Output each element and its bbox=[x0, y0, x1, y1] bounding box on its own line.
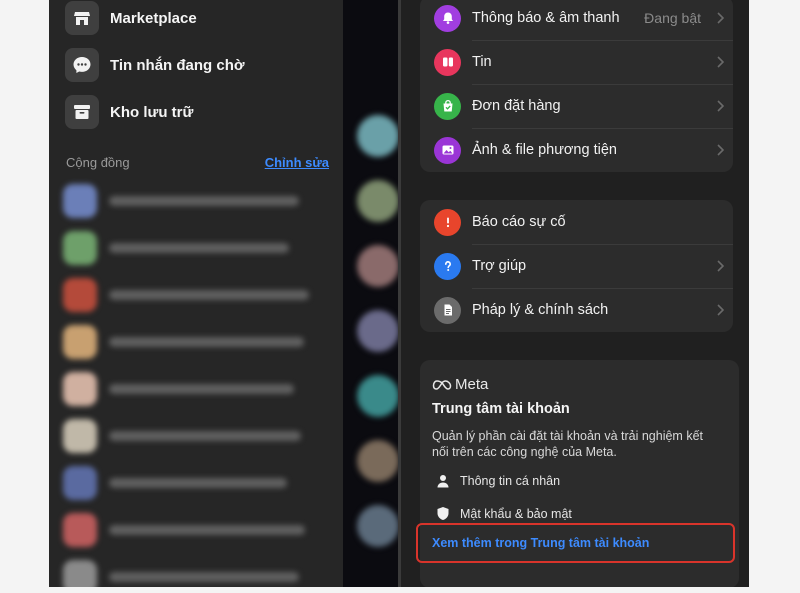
settings-row-label: Trợ giúp bbox=[472, 258, 527, 274]
edit-community-link[interactable]: Chỉnh sửa bbox=[265, 155, 329, 170]
chevron-right-icon bbox=[707, 260, 733, 272]
shield-icon bbox=[437, 507, 449, 520]
community-list-item[interactable] bbox=[63, 228, 333, 268]
settings-row-legal[interactable]: Pháp lý & chính sách bbox=[420, 288, 733, 332]
menu-item-archive[interactable]: Kho lưu trữ bbox=[65, 95, 193, 129]
accounts-center-card: Meta Trung tâm tài khoản Quản lý phần cà… bbox=[416, 360, 739, 587]
settings-row-stories[interactable]: Tin bbox=[420, 40, 733, 84]
meta-infinity-icon bbox=[432, 379, 452, 390]
accounts-center-description: Quản lý phần cài đặt tài khoản và trải n… bbox=[432, 429, 703, 459]
warning-icon bbox=[434, 208, 461, 236]
password-security-label: Mật khẩu & bảo mật bbox=[460, 506, 572, 521]
community-list-item[interactable] bbox=[63, 463, 333, 503]
community-list-item[interactable] bbox=[63, 322, 333, 362]
settings-row-report-problem[interactable]: Báo cáo sự cố bbox=[420, 200, 733, 244]
settings-row-label: Pháp lý & chính sách bbox=[472, 302, 609, 318]
chat-bubble-icon bbox=[65, 48, 99, 82]
settings-group-support: Báo cáo sự cố Trợ giúp Pháp lý & chính s… bbox=[420, 200, 733, 332]
chevron-right-icon bbox=[707, 12, 733, 24]
menu-item-label: Tin nhắn đang chờ bbox=[110, 56, 245, 74]
community-list-item[interactable] bbox=[63, 510, 333, 550]
settings-row-label: Đơn đặt hàng bbox=[472, 98, 561, 114]
settings-panel: Thông báo & âm thanh Đang bật Tin Đơn đặ… bbox=[398, 0, 749, 587]
accounts-center-title: Trung tâm tài khoản bbox=[432, 401, 570, 417]
community-list-item[interactable] bbox=[63, 275, 333, 315]
settings-row-notifications[interactable]: Thông báo & âm thanh Đang bật bbox=[420, 0, 733, 40]
left-sidebar-panel: Marketplace Tin nhắn đang chờ Kho lưu tr… bbox=[49, 0, 343, 587]
help-icon bbox=[434, 252, 461, 280]
meta-brand-name: Meta bbox=[455, 376, 489, 393]
settings-row-orders[interactable]: Đơn đặt hàng bbox=[420, 84, 733, 128]
document-icon bbox=[434, 296, 461, 324]
community-list-item[interactable] bbox=[63, 181, 333, 221]
notification-status: Đang bật bbox=[644, 10, 701, 26]
background-chat-strip bbox=[343, 0, 398, 587]
meta-logo: Meta bbox=[432, 376, 488, 393]
settings-row-label: Ảnh & file phương tiện bbox=[472, 142, 617, 158]
stories-icon bbox=[434, 48, 461, 76]
personal-info-item[interactable]: Thông tin cá nhân bbox=[436, 474, 560, 488]
see-more-accounts-center-link[interactable]: Xem thêm trong Trung tâm tài khoản bbox=[432, 536, 649, 550]
settings-row-label: Báo cáo sự cố bbox=[472, 214, 566, 230]
chevron-right-icon bbox=[707, 144, 733, 156]
personal-info-label: Thông tin cá nhân bbox=[460, 474, 561, 488]
person-icon bbox=[437, 475, 449, 488]
settings-row-label: Thông báo & âm thanh bbox=[472, 10, 620, 26]
archive-box-icon bbox=[65, 95, 99, 129]
settings-row-media[interactable]: Ảnh & file phương tiện bbox=[420, 128, 733, 172]
community-section-title: Cộng đồng bbox=[66, 155, 130, 170]
photo-icon bbox=[434, 136, 461, 164]
settings-row-help[interactable]: Trợ giúp bbox=[420, 244, 733, 288]
chevron-right-icon bbox=[707, 100, 733, 112]
password-security-item[interactable]: Mật khẩu & bảo mật bbox=[436, 506, 572, 521]
menu-item-label: Marketplace bbox=[110, 9, 197, 27]
settings-group-preferences: Thông báo & âm thanh Đang bật Tin Đơn đặ… bbox=[420, 0, 733, 172]
community-list-item[interactable] bbox=[63, 369, 333, 409]
menu-item-marketplace[interactable]: Marketplace bbox=[65, 1, 197, 35]
storefront-icon bbox=[65, 1, 99, 35]
settings-row-label: Tin bbox=[472, 54, 492, 70]
chevron-right-icon bbox=[707, 56, 733, 68]
bell-icon bbox=[434, 4, 461, 32]
community-list-item[interactable] bbox=[63, 557, 333, 587]
shopping-bag-icon bbox=[434, 92, 461, 120]
chevron-right-icon bbox=[707, 304, 733, 316]
community-list-item[interactable] bbox=[63, 416, 333, 456]
menu-item-pending-messages[interactable]: Tin nhắn đang chờ bbox=[65, 48, 245, 82]
menu-item-label: Kho lưu trữ bbox=[110, 103, 194, 121]
